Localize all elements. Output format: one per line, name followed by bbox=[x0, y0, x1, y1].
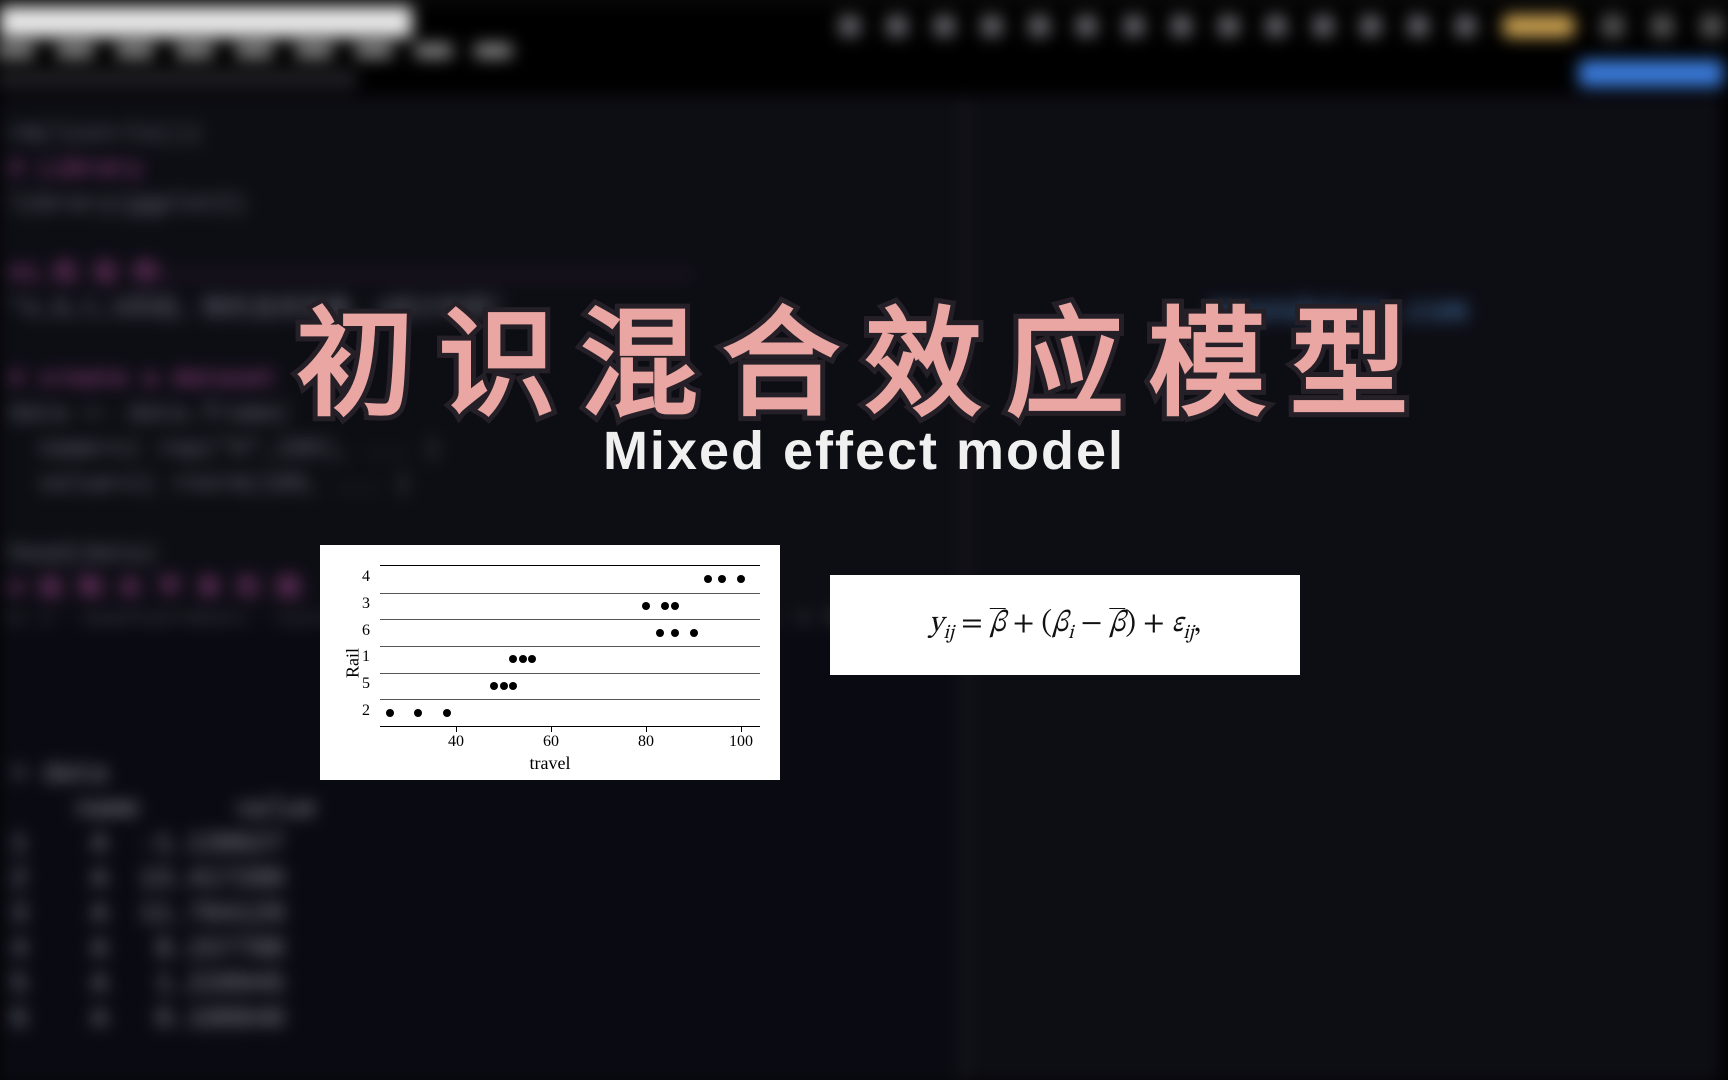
chart-card: Rail travel 436152406080100 bbox=[320, 545, 780, 780]
title-chinese: 初识混合效应模型 bbox=[296, 268, 1432, 439]
ide-background-blur: moondataa.com rm(list=ls())# Librarylibr… bbox=[0, 0, 1728, 1080]
chart-plot-area bbox=[380, 565, 760, 727]
formula-text: yij = β + (βi − β) + εij, bbox=[929, 605, 1201, 646]
title-english: Mixed effect model bbox=[603, 420, 1125, 482]
chart-ylabel: Rail bbox=[343, 648, 364, 678]
bg-console-output: > data name value 1 A -1.130627 2 A 13.4… bbox=[11, 756, 316, 1036]
formula-card: yij = β + (βi − β) + εij, bbox=[830, 575, 1300, 675]
chart-xlabel: travel bbox=[530, 753, 571, 774]
